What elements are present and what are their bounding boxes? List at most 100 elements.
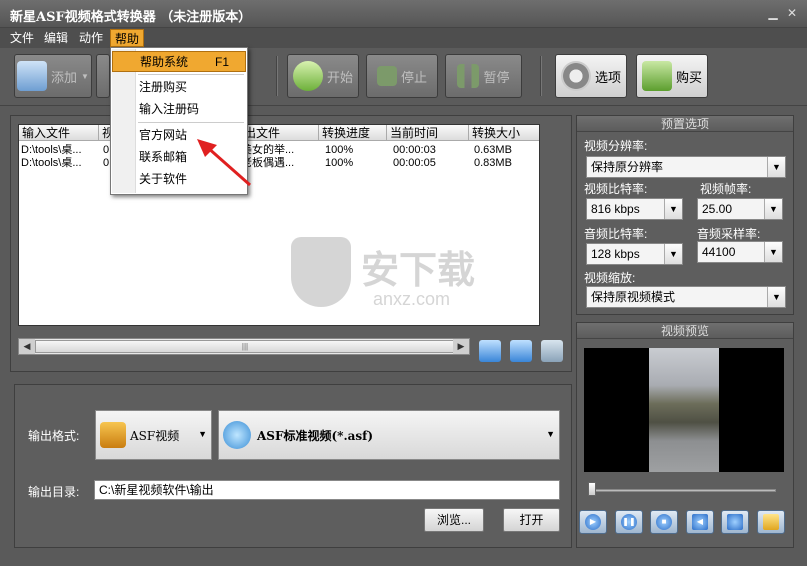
close-icon[interactable]: ✕ bbox=[785, 6, 799, 20]
folder-icon bbox=[763, 514, 779, 530]
format-value: ASF视频 bbox=[130, 428, 180, 443]
samplerate-select[interactable]: 44100 ▼ bbox=[697, 241, 783, 263]
pause-button[interactable]: 暂停 bbox=[445, 54, 522, 98]
scroll-thumb[interactable]: ||| bbox=[35, 340, 455, 353]
remove-button[interactable] bbox=[96, 54, 110, 98]
start-button[interactable]: 开始 bbox=[287, 54, 359, 98]
preset-select[interactable]: ASF标准视频(*.asf) ▼ bbox=[218, 410, 560, 460]
framerate-select[interactable]: 25.00 ▼ bbox=[697, 198, 783, 220]
video-preview bbox=[584, 348, 784, 472]
title-bar: 新星ASF视频格式转换器 （未注册版本） ▁ ✕ bbox=[0, 0, 807, 28]
menu-separator bbox=[138, 74, 244, 75]
audio-bitrate-value: 128 kbps bbox=[591, 247, 640, 261]
chevron-down-icon: ▼ bbox=[767, 287, 785, 307]
chevron-down-icon: ▼ bbox=[764, 199, 782, 219]
gear-icon bbox=[560, 61, 591, 91]
resolution-value: 保持原分辨率 bbox=[591, 160, 664, 174]
camera-icon bbox=[727, 514, 743, 530]
audio-bitrate-select[interactable]: 128 kbps ▼ bbox=[586, 243, 683, 265]
table-row-time: 00:00:05 bbox=[393, 157, 436, 169]
video-bitrate-label: 视频比特率: bbox=[584, 182, 648, 196]
film-icon bbox=[100, 422, 126, 448]
volume-button[interactable]: ◀ bbox=[686, 510, 714, 534]
menu-item-register-buy[interactable]: 注册购买 bbox=[112, 77, 246, 98]
preset-title: 预置选项 bbox=[577, 116, 793, 132]
framerate-label: 视频帧率: bbox=[700, 182, 752, 196]
buy-button[interactable]: 购买 bbox=[636, 54, 708, 98]
col-input-file[interactable]: 输入文件 bbox=[19, 125, 99, 141]
file-list[interactable]: 输入文件 视 出文件 转换进度 当前时间 转换大小 D:\tools\桌... … bbox=[18, 124, 540, 326]
zoom-value: 保持原视频模式 bbox=[591, 290, 676, 304]
table-row-input[interactable]: D:\tools\桌... bbox=[21, 157, 97, 170]
annotation-arrow-icon bbox=[197, 139, 251, 187]
menu-help[interactable]: 帮助 bbox=[110, 29, 145, 47]
chevron-down-icon: ▼ bbox=[664, 244, 682, 264]
chevron-down-icon: ▼ bbox=[546, 429, 555, 439]
menu-bar: 文件 编辑 动作 帮助 bbox=[0, 28, 807, 48]
table-row-time: 00:00:03 bbox=[393, 144, 436, 156]
chevron-down-icon: ▼ bbox=[198, 429, 207, 439]
scroll-left-icon[interactable]: ◀ bbox=[19, 339, 35, 354]
menu-separator bbox=[138, 122, 244, 123]
play-icon: ▶ bbox=[585, 514, 601, 530]
options-button[interactable]: 选项 bbox=[555, 54, 627, 98]
stop-button-label: 停止 bbox=[400, 69, 427, 85]
pause-icon bbox=[457, 64, 480, 88]
pause-preview-button[interactable]: ❚❚ bbox=[615, 510, 643, 534]
horizontal-scrollbar[interactable]: ◀ ||| ▶ bbox=[18, 338, 470, 355]
stop-icon bbox=[376, 66, 397, 86]
move-down-icon[interactable] bbox=[479, 340, 501, 362]
framerate-value: 25.00 bbox=[702, 202, 733, 216]
stop-icon: ■ bbox=[656, 514, 672, 530]
menu-item-shortcut: F1 bbox=[214, 55, 229, 69]
start-icon bbox=[292, 61, 323, 91]
video-bitrate-select[interactable]: 816 kbps ▼ bbox=[586, 198, 683, 220]
col-current-time[interactable]: 当前时间 bbox=[387, 125, 469, 141]
chevron-down-icon: ▼ bbox=[764, 242, 782, 262]
col-progress[interactable]: 转换进度 bbox=[319, 125, 387, 141]
menu-item-label: 帮助系统 bbox=[140, 55, 189, 69]
menu-edit[interactable]: 编辑 bbox=[40, 29, 72, 47]
add-file-icon bbox=[17, 61, 48, 91]
seek-slider-track[interactable] bbox=[590, 489, 776, 492]
shopping-cart-icon bbox=[641, 61, 672, 91]
delete-icon[interactable] bbox=[541, 340, 563, 362]
minimize-icon[interactable]: ▁ bbox=[766, 6, 780, 20]
resolution-select[interactable]: 保持原分辨率 ▼ bbox=[586, 156, 786, 178]
table-row-size: 0.63MB bbox=[474, 144, 512, 156]
menu-file[interactable]: 文件 bbox=[6, 29, 38, 47]
volume-icon: ◀ bbox=[692, 514, 708, 530]
table-row-input[interactable]: D:\tools\桌... bbox=[21, 144, 97, 157]
col-size[interactable]: 转换大小 bbox=[469, 125, 539, 141]
output-dir-input[interactable]: C:\新星视频软件\输出 bbox=[94, 480, 560, 500]
browse-button[interactable]: 浏览... bbox=[424, 508, 484, 532]
menu-item-help-system[interactable]: 帮助系统 F1 bbox=[112, 51, 246, 72]
chevron-down-icon: ▼ bbox=[664, 199, 682, 219]
seek-slider-thumb[interactable] bbox=[588, 482, 596, 496]
open-button[interactable]: 打开 bbox=[503, 508, 560, 532]
menu-action[interactable]: 动作 bbox=[75, 29, 107, 47]
stop-preview-button[interactable]: ■ bbox=[650, 510, 678, 534]
preset-icon bbox=[223, 421, 251, 449]
open-folder-button[interactable] bbox=[757, 510, 785, 534]
chevron-down-icon: ▼ bbox=[767, 157, 785, 177]
table-row-progress: 100% bbox=[325, 144, 354, 156]
scroll-right-icon[interactable]: ▶ bbox=[453, 339, 469, 354]
preview-title: 视频预览 bbox=[577, 323, 793, 339]
add-button[interactable]: 添加 ▼ bbox=[14, 54, 92, 98]
video-bitrate-value: 816 kbps bbox=[591, 202, 640, 216]
pause-button-label: 暂停 bbox=[483, 69, 510, 85]
snapshot-button[interactable] bbox=[721, 510, 749, 534]
toolbar-divider bbox=[276, 56, 278, 96]
menu-item-enter-code[interactable]: 输入注册码 bbox=[112, 99, 246, 120]
resolution-label: 视频分辨率: bbox=[584, 139, 648, 153]
table-row-progress: 100% bbox=[325, 157, 354, 169]
stop-button[interactable]: 停止 bbox=[366, 54, 438, 98]
format-select[interactable]: ASF视频 ▼ bbox=[95, 410, 212, 460]
output-panel bbox=[14, 384, 572, 548]
chevron-down-icon: ▼ bbox=[81, 71, 89, 81]
zoom-label: 视频缩放: bbox=[584, 271, 636, 285]
move-up-icon[interactable] bbox=[510, 340, 532, 362]
play-button[interactable]: ▶ bbox=[579, 510, 607, 534]
zoom-select[interactable]: 保持原视频模式 ▼ bbox=[586, 286, 786, 308]
